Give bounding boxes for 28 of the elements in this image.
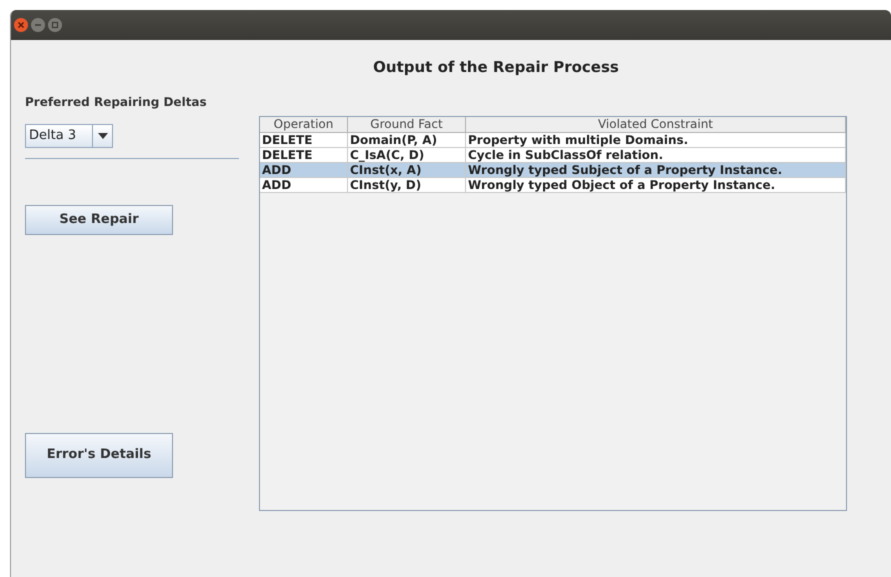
column-header[interactable]: Violated Constraint bbox=[466, 116, 846, 132]
table-cell: C_IsA(C, D) bbox=[348, 148, 466, 162]
caret-icon bbox=[98, 132, 108, 138]
table-cell: DELETE bbox=[260, 132, 348, 146]
table-cell: Domain(P, A) bbox=[348, 132, 466, 146]
table-cell: Property with multiple Domains. bbox=[466, 132, 846, 146]
column-header[interactable]: Ground Fact bbox=[348, 116, 466, 132]
maximize-icon[interactable] bbox=[48, 18, 62, 32]
table-row[interactable]: DELETE Domain(P, A) Property with multiple Domains. bbox=[260, 132, 846, 148]
table-cell: Wrongly typed Object of a Property Instance. bbox=[466, 178, 846, 192]
errors-details-button[interactable]: Error's Details bbox=[25, 432, 173, 478]
close-icon[interactable] bbox=[14, 18, 28, 32]
delta-dropdown[interactable]: Delta 3 bbox=[25, 124, 113, 148]
table-row[interactable]: DELETE C_IsA(C, D) Cycle in SubClassOf relation. bbox=[260, 148, 846, 162]
table-cell: CInst(y, D) bbox=[348, 178, 466, 192]
dialog-title: Output of the Repair Process bbox=[373, 57, 619, 78]
table-cell: Cycle in SubClassOf relation. bbox=[466, 148, 846, 162]
column-header[interactable]: Operation bbox=[260, 116, 348, 132]
minimize-icon[interactable] bbox=[31, 18, 45, 32]
table-row[interactable]: ADD CInst(y, D) Wrongly typed Object of a Property Instance. bbox=[260, 178, 846, 192]
table-row[interactable]: ADD CInst(x, A) Wrongly typed Subject of a Property Instance. bbox=[260, 162, 846, 178]
table-cell: CInst(x, A) bbox=[348, 162, 466, 176]
table-cell: DELETE bbox=[260, 148, 348, 162]
table-cell: ADD bbox=[260, 178, 348, 192]
deltas-label: Preferred Repairing Deltas bbox=[25, 94, 208, 110]
table-cell: ADD bbox=[260, 162, 348, 176]
see-repair-button[interactable]: See Repair bbox=[25, 204, 173, 234]
table-cell: Wrongly typed Subject of a Property Instance. bbox=[466, 162, 846, 176]
